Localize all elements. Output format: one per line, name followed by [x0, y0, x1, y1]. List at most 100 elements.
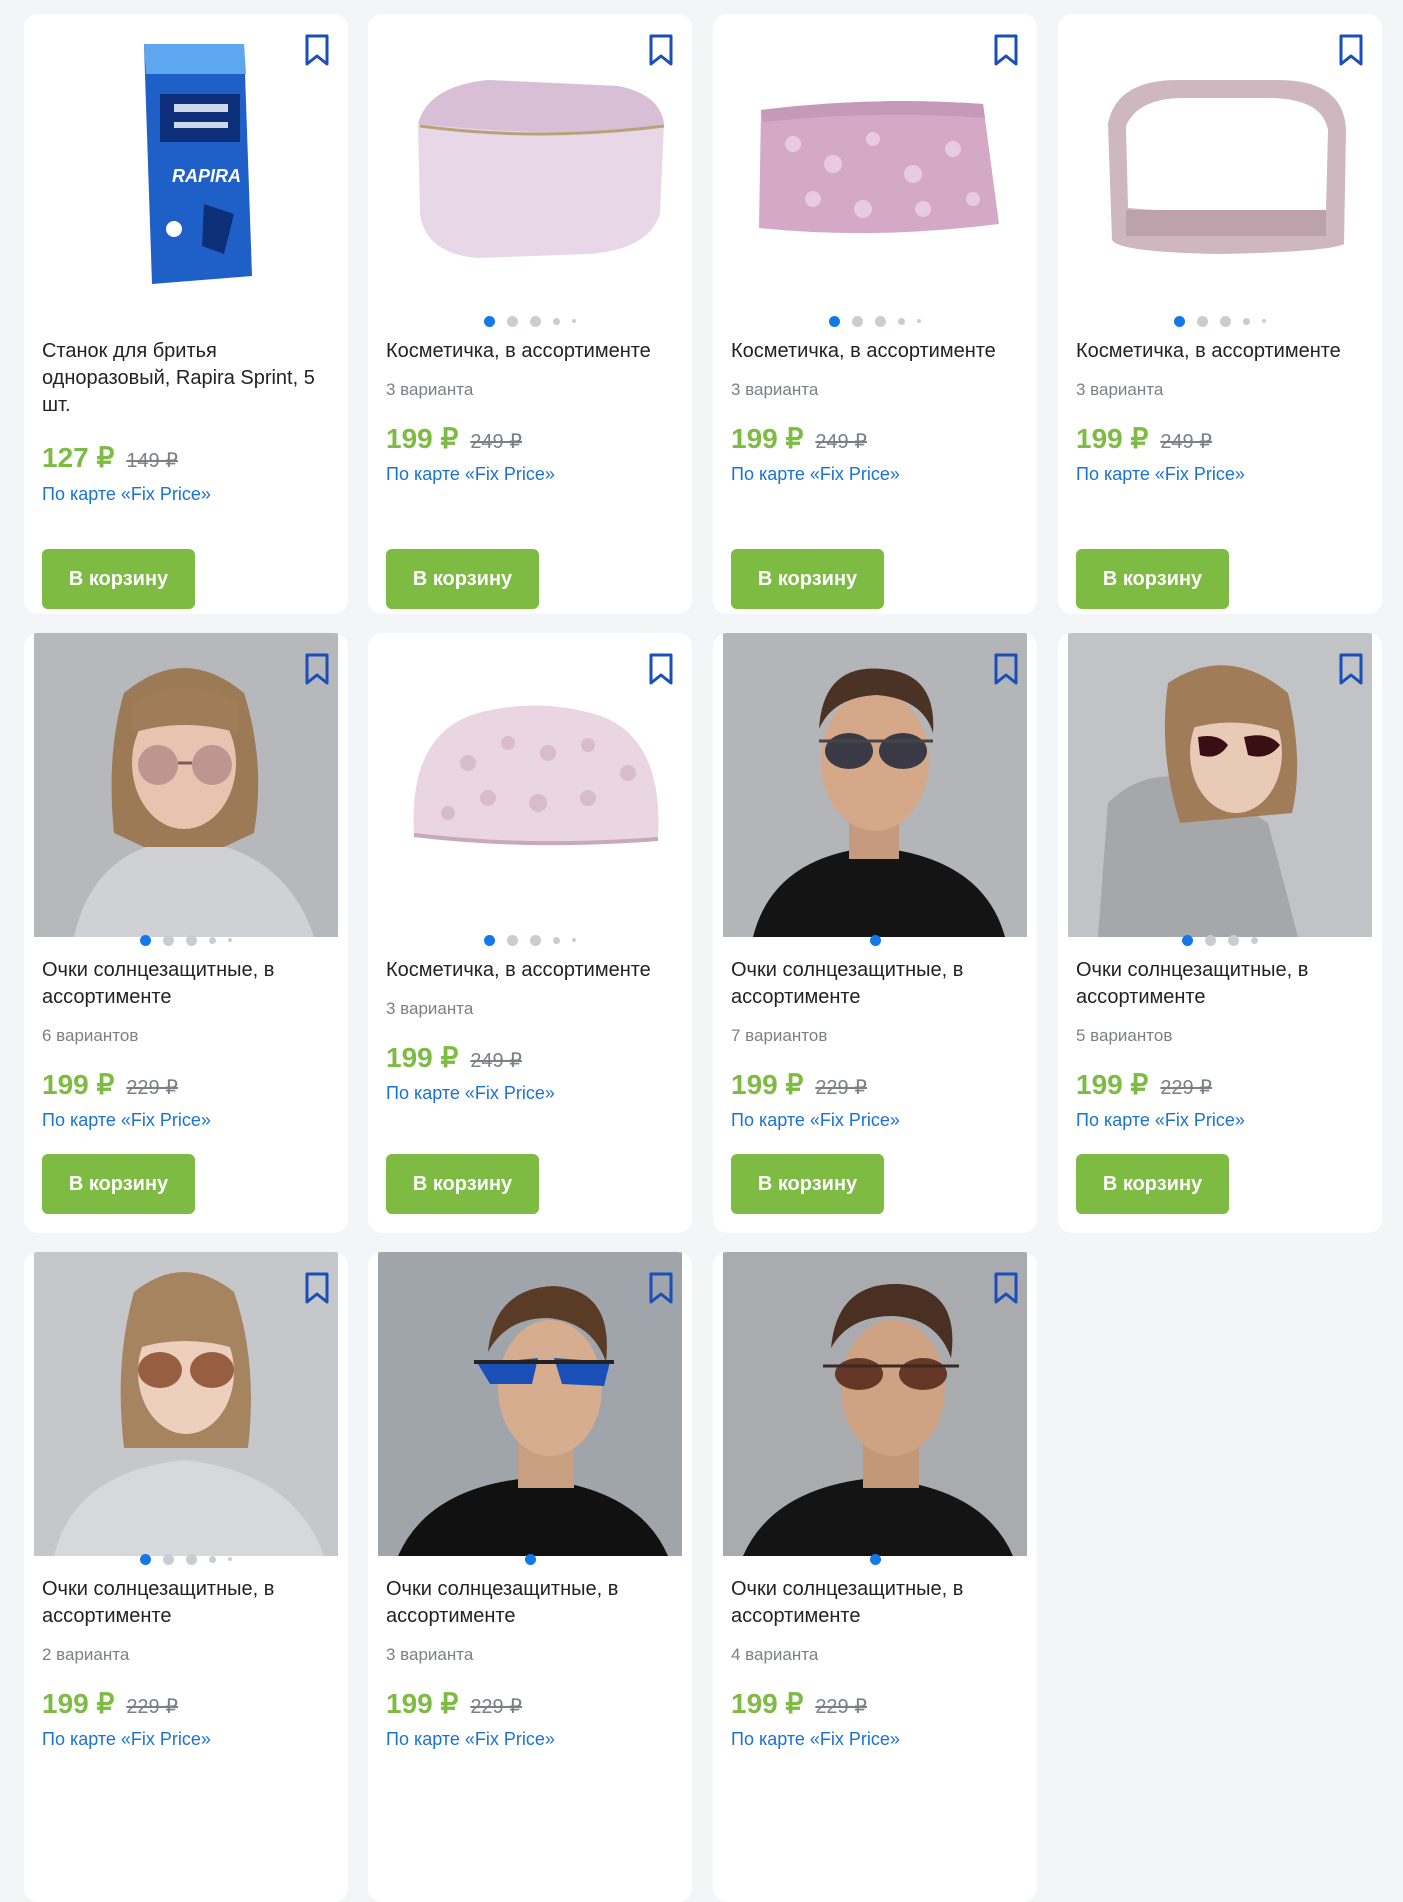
product-image[interactable]: RAPIRA: [34, 14, 338, 318]
product-title[interactable]: Косметичка, в ассортименте: [386, 957, 678, 984]
product-image[interactable]: [1068, 14, 1372, 318]
loyalty-card-link[interactable]: По карте «Fix Price»: [1076, 1110, 1245, 1131]
product-card[interactable]: Очки солнцезащитные, в ассортименте 4 ва…: [713, 1252, 1037, 1902]
product-title[interactable]: Косметичка, в ассортименте: [386, 338, 678, 365]
carousel-dot[interactable]: [1205, 934, 1216, 946]
product-card[interactable]: Очки солнцезащитные, в ассортименте 5 ва…: [1058, 633, 1382, 1233]
bookmark-icon[interactable]: [1338, 34, 1364, 66]
product-card[interactable]: Косметичка, в ассортименте 3 варианта 19…: [368, 633, 692, 1233]
carousel-dot[interactable]: [209, 936, 216, 944]
carousel-dot[interactable]: [484, 315, 495, 327]
loyalty-card-link[interactable]: По карте «Fix Price»: [731, 1729, 900, 1750]
bookmark-icon[interactable]: [993, 34, 1019, 66]
product-title[interactable]: Косметичка, в ассортименте: [1076, 338, 1368, 365]
carousel-dot[interactable]: [140, 1553, 151, 1565]
bookmark-icon[interactable]: [648, 1272, 674, 1304]
product-card[interactable]: Очки солнцезащитные, в ассортименте 2 ва…: [24, 1252, 348, 1902]
image-carousel-dots[interactable]: [24, 1553, 348, 1565]
carousel-dot[interactable]: [553, 936, 560, 944]
carousel-dot[interactable]: [1262, 319, 1266, 323]
loyalty-card-link[interactable]: По карте «Fix Price»: [731, 1110, 900, 1131]
product-image[interactable]: [378, 14, 682, 318]
product-card[interactable]: Косметичка, в ассортименте 3 варианта 19…: [713, 14, 1037, 614]
product-title[interactable]: Очки солнцезащитные, в ассортименте: [731, 1576, 1023, 1630]
product-card[interactable]: Очки солнцезащитные, в ассортименте 6 ва…: [24, 633, 348, 1233]
carousel-dot[interactable]: [869, 1553, 881, 1565]
carousel-dot[interactable]: [163, 1553, 174, 1565]
product-title[interactable]: Очки солнцезащитные, в ассортименте: [731, 957, 1023, 1011]
bookmark-icon[interactable]: [993, 653, 1019, 685]
bookmark-icon[interactable]: [648, 653, 674, 685]
product-image[interactable]: [378, 1252, 682, 1556]
loyalty-card-link[interactable]: По карте «Fix Price»: [42, 1729, 211, 1750]
image-carousel-dots[interactable]: [24, 934, 348, 946]
add-to-cart-button[interactable]: В корзину: [42, 549, 195, 609]
product-card[interactable]: RAPIRA Станок для бритья одноразовый, Ra…: [24, 14, 348, 614]
carousel-dot[interactable]: [507, 315, 518, 327]
carousel-dot[interactable]: [524, 1553, 536, 1565]
product-title[interactable]: Станок для бритья одноразовый, Rapira Sp…: [42, 338, 334, 419]
product-image[interactable]: [723, 633, 1027, 937]
add-to-cart-button[interactable]: В корзину: [386, 549, 539, 609]
image-carousel-dots[interactable]: [1058, 934, 1382, 946]
add-to-cart-button[interactable]: В корзину: [731, 1154, 884, 1214]
product-image[interactable]: [723, 14, 1027, 318]
loyalty-card-link[interactable]: По карте «Fix Price»: [386, 464, 555, 485]
carousel-dot[interactable]: [530, 934, 541, 946]
bookmark-icon[interactable]: [304, 653, 330, 685]
product-image[interactable]: [1068, 633, 1372, 937]
product-title[interactable]: Очки солнцезащитные, в ассортименте: [1076, 957, 1368, 1011]
bookmark-icon[interactable]: [304, 34, 330, 66]
carousel-dot[interactable]: [1243, 317, 1250, 325]
bookmark-icon[interactable]: [304, 1272, 330, 1304]
carousel-dot[interactable]: [572, 938, 576, 942]
image-carousel-dots[interactable]: [1058, 315, 1382, 327]
loyalty-card-link[interactable]: По карте «Fix Price»: [386, 1729, 555, 1750]
image-carousel-dots[interactable]: [713, 934, 1037, 946]
loyalty-card-link[interactable]: По карте «Fix Price»: [1076, 464, 1245, 485]
product-card[interactable]: Косметичка, в ассортименте 3 варианта 19…: [368, 14, 692, 614]
product-title[interactable]: Очки солнцезащитные, в ассортименте: [386, 1576, 678, 1630]
carousel-dot[interactable]: [829, 315, 840, 327]
carousel-dot[interactable]: [875, 315, 886, 327]
add-to-cart-button[interactable]: В корзину: [1076, 1154, 1229, 1214]
carousel-dot[interactable]: [572, 319, 576, 323]
product-image[interactable]: [723, 1252, 1027, 1556]
bookmark-icon[interactable]: [993, 1272, 1019, 1304]
add-to-cart-button[interactable]: В корзину: [1076, 549, 1229, 609]
product-image[interactable]: [34, 1252, 338, 1556]
image-carousel-dots[interactable]: [368, 1553, 692, 1565]
loyalty-card-link[interactable]: По карте «Fix Price»: [42, 1110, 211, 1131]
carousel-dot[interactable]: [186, 934, 197, 946]
carousel-dot[interactable]: [163, 934, 174, 946]
carousel-dot[interactable]: [530, 315, 541, 327]
carousel-dot[interactable]: [507, 934, 518, 946]
carousel-dot[interactable]: [1220, 315, 1231, 327]
carousel-dot[interactable]: [1174, 315, 1185, 327]
add-to-cart-button[interactable]: В корзину: [42, 1154, 195, 1214]
loyalty-card-link[interactable]: По карте «Fix Price»: [386, 1083, 555, 1104]
carousel-dot[interactable]: [228, 1557, 232, 1561]
carousel-dot[interactable]: [898, 317, 905, 325]
carousel-dot[interactable]: [553, 317, 560, 325]
product-card[interactable]: Косметичка, в ассортименте 3 варианта 19…: [1058, 14, 1382, 614]
carousel-dot[interactable]: [1228, 934, 1239, 946]
product-card[interactable]: Очки солнцезащитные, в ассортименте 7 ва…: [713, 633, 1037, 1233]
bookmark-icon[interactable]: [648, 34, 674, 66]
carousel-dot[interactable]: [228, 938, 232, 942]
bookmark-icon[interactable]: [1338, 653, 1364, 685]
carousel-dot[interactable]: [852, 315, 863, 327]
product-image[interactable]: [378, 633, 682, 937]
add-to-cart-button[interactable]: В корзину: [386, 1154, 539, 1214]
image-carousel-dots[interactable]: [368, 934, 692, 946]
carousel-dot[interactable]: [140, 934, 151, 946]
product-title[interactable]: Косметичка, в ассортименте: [731, 338, 1023, 365]
loyalty-card-link[interactable]: По карте «Fix Price»: [42, 484, 211, 505]
image-carousel-dots[interactable]: [368, 315, 692, 327]
product-title[interactable]: Очки солнцезащитные, в ассортименте: [42, 957, 334, 1011]
product-card[interactable]: Очки солнцезащитные, в ассортименте 3 ва…: [368, 1252, 692, 1902]
carousel-dot[interactable]: [1197, 315, 1208, 327]
carousel-dot[interactable]: [869, 934, 881, 946]
product-image[interactable]: [34, 633, 338, 937]
add-to-cart-button[interactable]: В корзину: [731, 549, 884, 609]
